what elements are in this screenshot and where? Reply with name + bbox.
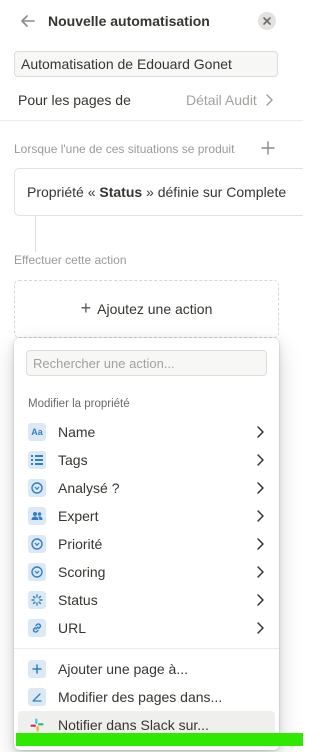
menu-item-label: Modifier des pages dans... [58, 689, 223, 705]
chevron-right-icon [257, 622, 264, 634]
link-icon [28, 619, 46, 637]
slack-icon [28, 716, 46, 734]
chevron-right-icon [257, 454, 264, 466]
pages-label: Pour les pages de [18, 92, 131, 108]
menu-item-status[interactable]: Status [18, 586, 275, 614]
trigger-property: Status [99, 184, 143, 200]
action-menu: Modifier la propriété Aa Name Tags Analy… [14, 338, 279, 750]
plus-icon [28, 660, 46, 678]
menu-item-label: Notifier dans Slack sur... [58, 717, 209, 733]
trigger-card[interactable]: Propriété « Status » définie sur Complet… [14, 168, 303, 216]
menu-item-expert[interactable]: Expert [18, 502, 275, 530]
menu-item-label: Tags [58, 452, 88, 468]
menu-item-label: Name [58, 424, 96, 440]
trigger-section-label: Lorsque l'une de ces situations se produ… [14, 142, 235, 156]
chevron-right-icon [257, 482, 264, 494]
menu-item-label: Priorité [58, 536, 103, 552]
menu-item-label: URL [58, 620, 87, 636]
chevron-right-icon [257, 594, 264, 606]
divider [0, 120, 303, 121]
pages-value[interactable]: Détail Audit [186, 92, 257, 108]
add-trigger-plus-icon[interactable] [260, 140, 276, 156]
list-icon [28, 451, 46, 469]
add-action-label: Ajoutez une action [97, 301, 213, 317]
action-section-label: Effectuer cette action [14, 253, 127, 267]
search-action-input[interactable] [26, 350, 267, 376]
page-title: Nouvelle automatisation [48, 13, 210, 29]
plus-icon: + [80, 297, 92, 318]
highlight-bar [16, 733, 303, 746]
menu-item-label: Scoring [58, 564, 106, 580]
automation-name-input[interactable]: Automatisation de Edouard Gonet [14, 51, 278, 77]
select-icon [28, 535, 46, 553]
trigger-prefix: Propriété « [27, 184, 100, 200]
menu-item-name[interactable]: Aa Name [18, 418, 275, 446]
menu-item-priorite[interactable]: Priorité [18, 530, 275, 558]
menu-item-tags[interactable]: Tags [18, 446, 275, 474]
back-arrow-icon[interactable] [18, 11, 38, 31]
menu-item-url[interactable]: URL [18, 614, 275, 642]
menu-item-scoring[interactable]: Scoring [18, 558, 275, 586]
close-icon[interactable] [258, 12, 276, 30]
chevron-right-icon [257, 426, 264, 438]
people-icon [28, 507, 46, 525]
menu-item-analyse[interactable]: Analysé ? [18, 474, 275, 502]
menu-item-label: Analysé ? [58, 480, 120, 496]
trigger-suffix: » définie sur Complete [142, 184, 287, 200]
text-aa-icon: Aa [28, 423, 46, 441]
menu-item-label: Ajouter une page à... [58, 661, 188, 677]
select-icon [28, 479, 46, 497]
menu-item-label: Expert [58, 508, 99, 524]
select-icon [28, 563, 46, 581]
chevron-right-icon [257, 566, 264, 578]
menu-item-edit-pages[interactable]: Modifier des pages dans... [18, 683, 275, 711]
menu-divider [14, 648, 279, 649]
edit-icon [28, 688, 46, 706]
chevron-right-icon [257, 510, 264, 522]
menu-section-title: Modifier la propriété [28, 398, 130, 410]
add-action-button[interactable]: + Ajoutez une action [14, 280, 279, 338]
chevron-right-icon [257, 538, 264, 550]
chevron-right-icon[interactable] [263, 93, 275, 107]
menu-item-label: Status [58, 592, 98, 608]
menu-item-add-page[interactable]: Ajouter une page à... [18, 655, 275, 683]
connector-line [35, 216, 36, 252]
status-icon [28, 591, 46, 609]
